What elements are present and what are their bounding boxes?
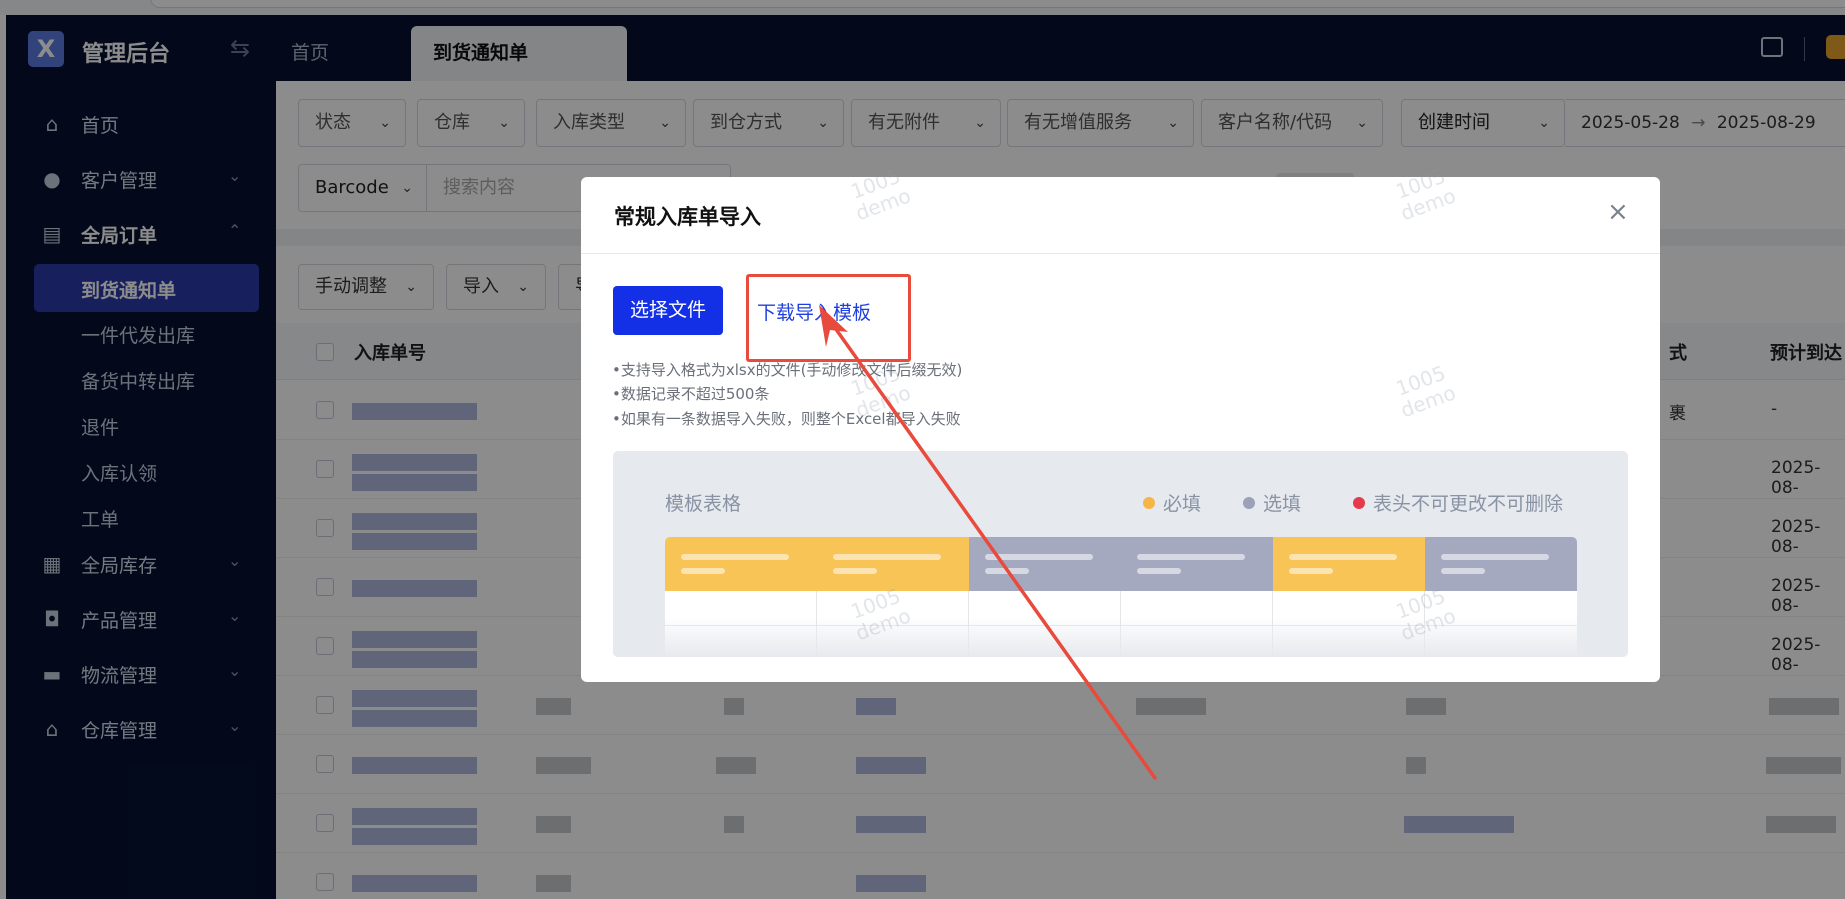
close-icon[interactable]: × [1607, 199, 1629, 225]
legend-optional: 选填 [1243, 489, 1301, 516]
tip-format: •支持导入格式为xlsx的文件(手动修改文件后缀无效) [612, 361, 963, 379]
tip-failure: •如果有一条数据导入失败，则整个Excel都导入失败 [612, 410, 961, 428]
template-column-header-required [1273, 537, 1425, 591]
legend-label: 选填 [1263, 493, 1302, 515]
legend-header-locked: 表头不可更改不可删除 [1353, 489, 1563, 516]
choose-file-button[interactable]: 选择文件 [613, 286, 723, 335]
optional-dot-icon [1243, 497, 1255, 509]
template-column-header-optional [1425, 537, 1577, 591]
template-preview: 模板表格 必填 选填 表头不可更改不可删除 [613, 451, 1628, 657]
template-column-header-required [665, 537, 817, 591]
legend-required: 必填 [1143, 489, 1201, 516]
annotation-highlight-box [746, 274, 911, 362]
dialog-title: 常规入库单导入 [614, 205, 761, 229]
import-dialog: 常规入库单导入 × 选择文件 下载导入模板 •支持导入格式为xlsx的文件(手动… [581, 164, 1660, 682]
template-column-header-optional [1121, 537, 1273, 591]
watermark: 1005 demo [1392, 360, 1459, 423]
legend-label: 必填 [1163, 493, 1202, 515]
template-column-header-optional [969, 537, 1121, 591]
template-title: 模板表格 [665, 493, 742, 515]
legend-label: 表头不可更改不可删除 [1373, 493, 1564, 515]
locked-dot-icon [1353, 497, 1365, 509]
required-dot-icon [1143, 497, 1155, 509]
template-fade [613, 617, 1628, 657]
tip-limit: •数据记录不超过500条 [612, 385, 770, 403]
dialog-divider [581, 253, 1660, 254]
template-column-header-required [817, 537, 969, 591]
